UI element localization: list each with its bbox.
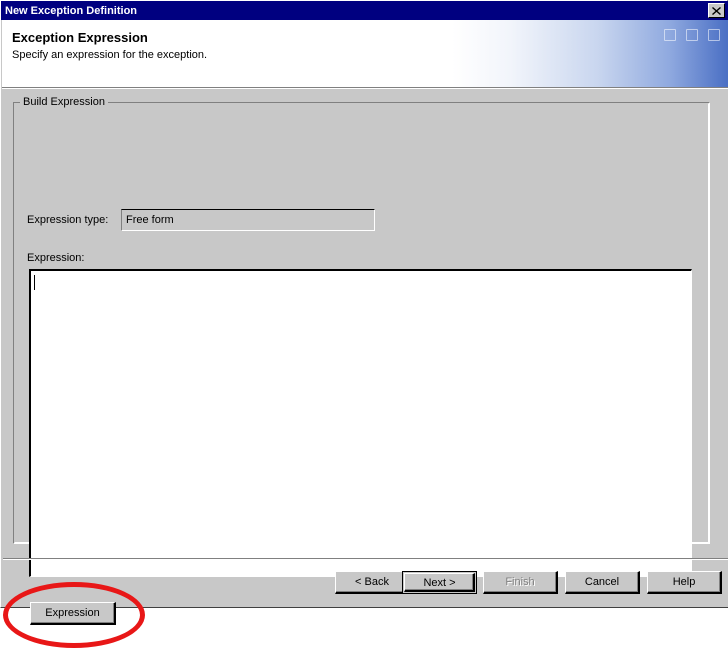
dialog-window: New Exception Definition Exception Expre… bbox=[0, 0, 728, 648]
finish-button: Finish bbox=[483, 571, 558, 594]
footer-divider bbox=[3, 558, 728, 560]
expression-type-label: Expression type: bbox=[27, 214, 109, 226]
next-button[interactable]: Next > bbox=[402, 571, 477, 594]
expression-type-field[interactable]: Free form bbox=[121, 209, 375, 231]
back-button[interactable]: < Back bbox=[335, 571, 410, 594]
page-subtitle: Specify an expression for the exception. bbox=[12, 49, 208, 61]
cancel-button[interactable]: Cancel bbox=[565, 571, 640, 594]
expression-builder-button[interactable]: Expression bbox=[30, 602, 116, 625]
groupbox-legend: Build Expression bbox=[20, 96, 108, 108]
help-button[interactable]: Help bbox=[647, 571, 722, 594]
decorative-square-icon bbox=[664, 29, 676, 41]
wizard-header: Exception Expression Specify an expressi… bbox=[2, 20, 728, 87]
dialog-body: Build Expression Expression type: Free f… bbox=[2, 89, 728, 648]
expression-input[interactable] bbox=[29, 269, 692, 577]
expression-builder-button-label: Expression bbox=[45, 607, 100, 619]
text-caret bbox=[34, 275, 35, 290]
window-title: New Exception Definition bbox=[5, 4, 138, 17]
title-bar: New Exception Definition bbox=[1, 1, 728, 20]
expression-type-value: Free form bbox=[126, 214, 174, 226]
close-button[interactable] bbox=[708, 3, 725, 18]
back-button-label: < Back bbox=[355, 576, 389, 588]
decorative-square-icon bbox=[686, 29, 698, 41]
next-button-label: Next > bbox=[423, 576, 456, 589]
finish-button-label: Finish bbox=[505, 576, 535, 588]
close-x-icon bbox=[712, 6, 721, 15]
footer-button-bar: < Back Next > Finish Cancel Help bbox=[2, 571, 728, 601]
expression-label: Expression: bbox=[27, 252, 85, 264]
cancel-button-label: Cancel bbox=[584, 576, 620, 588]
help-button-label: Help bbox=[672, 576, 696, 588]
page-title: Exception Expression bbox=[12, 30, 148, 45]
decorative-square-icon bbox=[708, 29, 720, 41]
